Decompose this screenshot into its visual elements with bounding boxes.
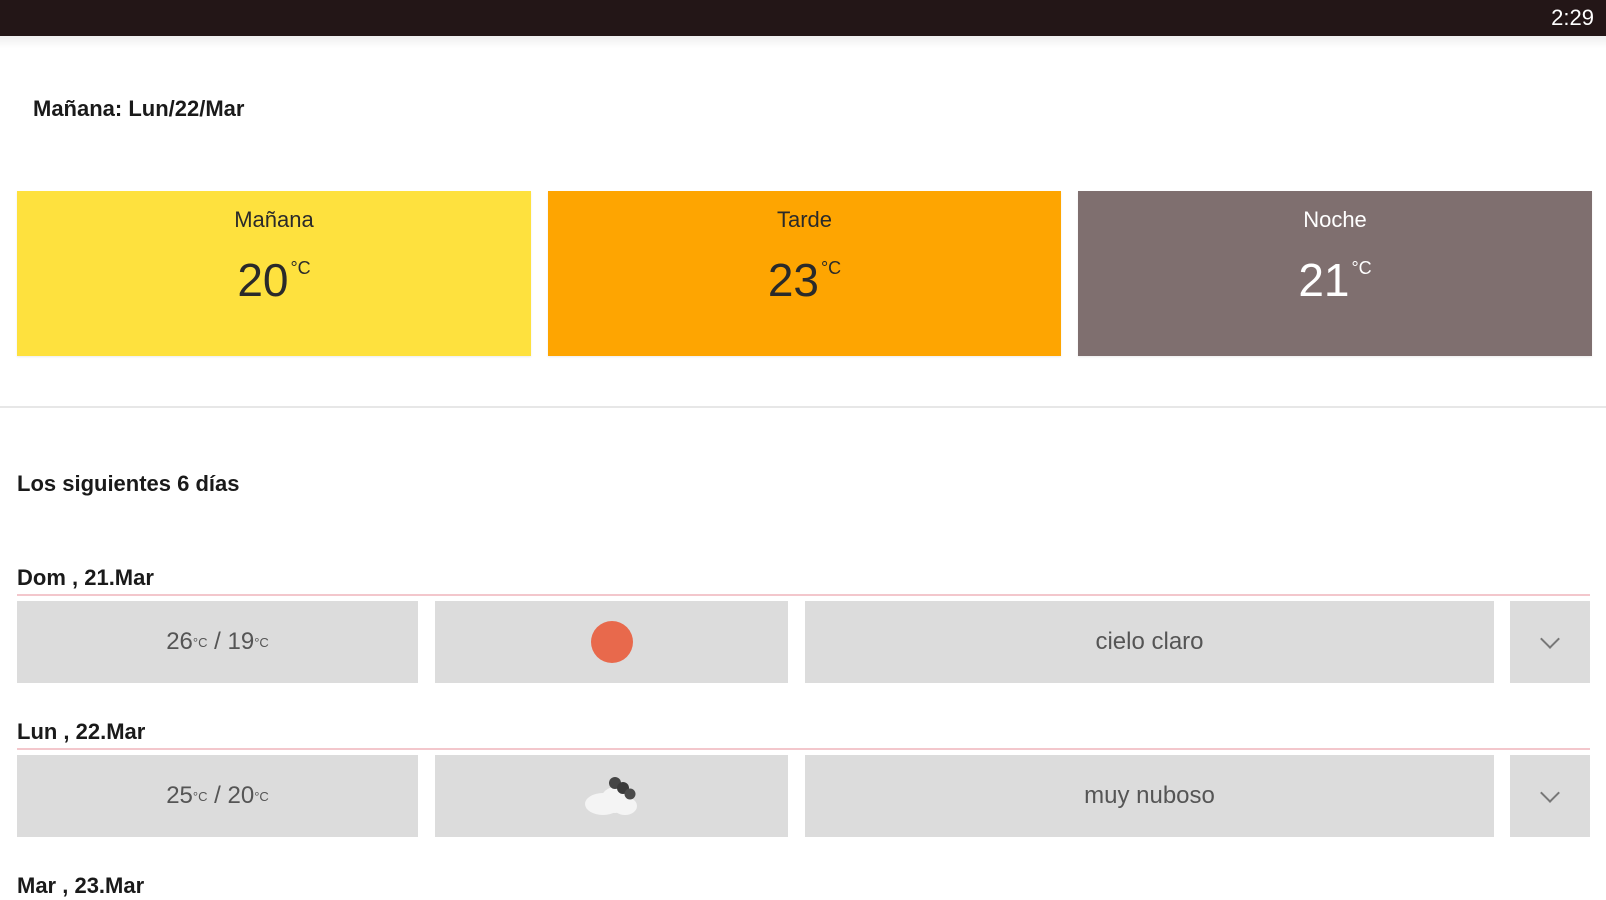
period-temp: 23 °C — [548, 253, 1061, 307]
status-bar: 2:29 — [0, 0, 1606, 36]
period-temp-value: 23 — [767, 254, 819, 306]
period-name: Mañana — [234, 207, 314, 232]
expand-button[interactable] — [1510, 755, 1590, 837]
section-divider — [0, 406, 1606, 408]
weather-description: muy nuboso — [1084, 782, 1215, 809]
period-temp-value: 21 — [1298, 254, 1350, 306]
temp-range-cell: 26 °C / 19 °C — [17, 601, 418, 683]
forecast-title: Los siguientes 6 días — [17, 471, 240, 496]
description-cell: muy nuboso — [805, 755, 1494, 837]
day-label: Mar , 23.Mar — [17, 873, 145, 898]
temp-low: 19 — [227, 628, 255, 655]
weather-icon-cell — [435, 755, 788, 837]
chevron-down-icon — [1540, 629, 1560, 649]
sun-icon — [590, 621, 633, 663]
expand-button[interactable] — [1510, 601, 1590, 683]
period-name: Tarde — [776, 207, 833, 232]
period-card-afternoon: Tarde 23 °C — [548, 191, 1061, 356]
day-rule — [17, 594, 1590, 596]
tomorrow-title: Mañana: Lun/22/Mar — [33, 96, 245, 121]
status-time: 2:29 — [1551, 5, 1594, 30]
temp-high-unit: °C — [192, 788, 208, 804]
period-temp-value: 20 — [237, 254, 289, 306]
period-temp-unit: °C — [820, 258, 842, 278]
temp-range-cell: 25 °C / 20 °C — [17, 755, 418, 837]
day-label: Lun , 22.Mar — [17, 719, 146, 744]
chevron-down-icon — [1540, 783, 1560, 803]
header-shadow — [0, 36, 1606, 48]
period-name: Noche — [1303, 207, 1367, 232]
period-temp-unit: °C — [290, 258, 311, 278]
temp-high: 25 — [166, 782, 193, 809]
temp-high-unit: °C — [192, 634, 208, 650]
weather-description: cielo claro — [1095, 628, 1204, 655]
weather-icon-cell — [435, 601, 788, 683]
day-label: Dom , 21.Mar — [17, 565, 154, 590]
period-card-morning: Mañana 20 °C — [17, 191, 531, 356]
temp-separator: / — [214, 628, 221, 655]
day-rule — [17, 748, 1590, 750]
cloud-icon — [584, 777, 637, 815]
period-temp-unit: °C — [1351, 258, 1372, 278]
description-cell: cielo claro — [805, 601, 1494, 683]
period-temp: 21 °C — [1078, 253, 1592, 307]
period-temp: 20 °C — [17, 253, 531, 307]
period-card-night: Noche 21 °C — [1078, 191, 1592, 356]
temp-low-unit: °C — [254, 788, 269, 804]
temp-separator: / — [214, 782, 221, 809]
temp-low: 20 — [227, 782, 255, 809]
temp-high: 26 — [166, 628, 193, 655]
temp-low-unit: °C — [254, 634, 269, 650]
